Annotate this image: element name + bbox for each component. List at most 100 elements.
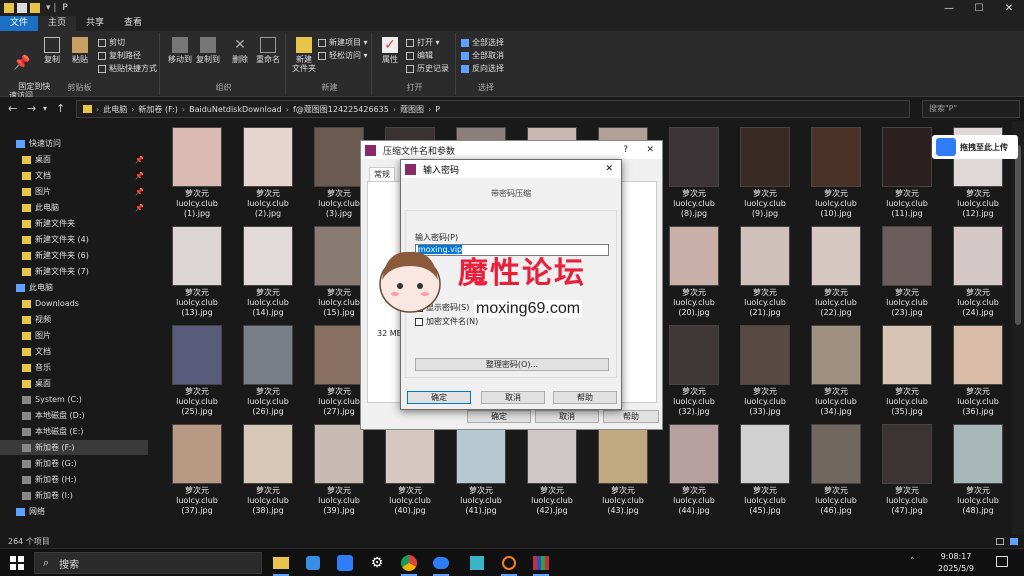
file-item[interactable]: 萝次元 luolcy.club (36).jpg [943, 323, 1012, 421]
file-item[interactable]: 萝次元 luolcy.club (26).jpg [233, 323, 303, 421]
breadcrumb-separator[interactable]: › [131, 105, 134, 114]
edit-button[interactable]: 编辑 [406, 50, 433, 61]
file-item[interactable]: 萝次元 luolcy.club (32).jpg [659, 323, 729, 421]
breadcrumb-item[interactable]: f@蔻图图124225426635 [293, 104, 389, 115]
copy-button[interactable]: 复制 [38, 37, 66, 64]
notes-taskbar-icon[interactable] [466, 553, 488, 573]
dialog-close-icon[interactable]: ✕ [646, 145, 654, 155]
sidebar-item[interactable]: 桌面 📌 [0, 152, 148, 167]
file-item[interactable]: 萝次元 luolcy.club (38).jpg [233, 422, 303, 520]
delete-button[interactable]: ✕ 删除 [226, 37, 254, 64]
file-item[interactable]: 萝次元 luolcy.club (43).jpg [588, 422, 658, 520]
sidebar-item[interactable]: 桌面 [0, 376, 148, 391]
tab-share[interactable]: 共享 [76, 16, 114, 31]
file-item[interactable]: 萝次元 luolcy.club (14).jpg [233, 224, 303, 322]
file-item[interactable]: 萝次元 luolcy.club (37).jpg [162, 422, 232, 520]
archive-help-button[interactable]: 帮助 [603, 410, 659, 423]
tab-file[interactable]: 文件 [0, 16, 39, 31]
rename-button[interactable]: 重命名 [254, 37, 282, 64]
properties-icon[interactable] [17, 3, 27, 13]
file-item[interactable]: 萝次元 luolcy.club (47).jpg [872, 422, 942, 520]
file-item[interactable]: 萝次元 luolcy.club (25).jpg [162, 323, 232, 421]
search-app-taskbar-icon[interactable] [498, 553, 520, 576]
forward-arrow-icon[interactable]: → [27, 102, 36, 115]
file-item[interactable]: 萝次元 luolcy.club (21).jpg [730, 224, 800, 322]
move-to-button[interactable]: 移动到 [166, 37, 194, 64]
archive-cancel-button[interactable]: 取消 [535, 410, 599, 423]
breadcrumb-item[interactable]: P [435, 105, 440, 114]
back-arrow-icon[interactable]: ← [8, 102, 17, 115]
upload-button[interactable]: 拖拽至此上传 [932, 135, 1018, 159]
file-item[interactable]: 萝次元 luolcy.club (9).jpg [730, 125, 800, 223]
invert-selection-button[interactable]: 反向选择 [461, 63, 504, 74]
tray-chevron-icon[interactable]: ˄ [910, 557, 915, 567]
taskbar-clock[interactable]: 9:08:17 2025/5/9 [930, 551, 982, 575]
help-icon[interactable]: ? [623, 145, 628, 155]
file-item[interactable]: 萝次元 luolcy.club (33).jpg [730, 323, 800, 421]
scrollbar-thumb[interactable] [1015, 145, 1021, 325]
cut-button[interactable]: 剪切 [98, 37, 125, 48]
select-all-button[interactable]: 全部选择 [461, 37, 504, 48]
sidebar-item[interactable]: 新加卷 (H:) [0, 472, 148, 487]
breadcrumb-item[interactable]: 此电脑 [103, 104, 127, 115]
file-item[interactable]: 萝次元 luolcy.club (8).jpg [659, 125, 729, 223]
winrar-taskbar-icon[interactable] [530, 553, 552, 576]
sidebar-item[interactable]: 新加卷 (F:) [0, 440, 148, 455]
file-item[interactable]: 萝次元 luolcy.club (13).jpg [162, 224, 232, 322]
file-item[interactable]: 萝次元 luolcy.club (42).jpg [517, 422, 587, 520]
new-folder-button[interactable]: 新建 文件夹 [290, 37, 318, 73]
breadcrumb-separator[interactable]: › [96, 105, 99, 114]
breadcrumb-item[interactable]: 蔻图图 [400, 104, 424, 115]
baidu-netdisk-taskbar-icon[interactable] [430, 553, 452, 576]
new-folder-icon[interactable] [30, 3, 40, 13]
sidebar-item[interactable]: 此电脑 📌 [0, 200, 148, 215]
file-item[interactable]: 萝次元 luolcy.club (44).jpg [659, 422, 729, 520]
sidebar-item[interactable]: 本地磁盘 (D:) [0, 408, 148, 423]
vertical-scrollbar[interactable] [1012, 121, 1024, 535]
password-help-button[interactable]: 帮助 [553, 391, 617, 404]
sidebar-item[interactable]: 此电脑 [0, 280, 148, 295]
sidebar-item[interactable]: System (C:) [0, 392, 148, 407]
details-view-icon[interactable] [996, 538, 1004, 545]
sidebar-item[interactable]: 图片 [0, 328, 148, 343]
tab-view[interactable]: 查看 [114, 16, 152, 31]
app-taskbar-icon[interactable] [302, 553, 324, 573]
file-item[interactable]: 萝次元 luolcy.club (35).jpg [872, 323, 942, 421]
up-arrow-icon[interactable]: ↑ [56, 102, 65, 115]
breadcrumb-item[interactable]: 新加卷 (F:) [138, 104, 177, 115]
file-item[interactable]: 萝次元 luolcy.club (23).jpg [872, 224, 942, 322]
sidebar-item[interactable]: 新建文件夹 (7) [0, 264, 148, 279]
file-item[interactable]: 萝次元 luolcy.club (2).jpg [233, 125, 303, 223]
select-none-button[interactable]: 全部取消 [461, 50, 504, 61]
sidebar-item[interactable]: 文档 [0, 344, 148, 359]
new-item-button[interactable]: 新建项目 ▾ [318, 37, 368, 48]
file-item[interactable]: 萝次元 luolcy.club (48).jpg [943, 422, 1012, 520]
sidebar-item[interactable]: 视频 [0, 312, 148, 327]
sidebar-item[interactable]: 新建文件夹 [0, 216, 148, 231]
tab-general[interactable]: 常规 [369, 167, 395, 182]
file-item[interactable]: 萝次元 luolcy.club (34).jpg [801, 323, 871, 421]
sidebar-item[interactable]: 新加卷 (G:) [0, 456, 148, 471]
file-item[interactable]: 萝次元 luolcy.club (46).jpg [801, 422, 871, 520]
paste-button[interactable]: 粘贴 [66, 37, 94, 64]
sidebar-item[interactable]: 新加卷 (I:) [0, 488, 148, 503]
address-bar[interactable]: › 此电脑 › 新加卷 (F:) › BaiduNetdiskDownload › f@蔻图图… [76, 100, 910, 118]
notification-icon[interactable] [996, 556, 1008, 567]
settings-gear-icon[interactable]: ⚙ [366, 553, 388, 573]
large-icons-view-icon[interactable] [1010, 538, 1018, 545]
breadcrumb-separator[interactable]: › [393, 105, 396, 114]
maximize-button[interactable]: ☐ [964, 0, 994, 16]
file-item[interactable]: 萝次元 luolcy.club (10).jpg [801, 125, 871, 223]
file-item[interactable]: 萝次元 luolcy.club (41).jpg [446, 422, 516, 520]
sidebar-item[interactable]: 文档 📌 [0, 168, 148, 183]
file-item[interactable]: 萝次元 luolcy.club (40).jpg [375, 422, 445, 520]
taskbar-search-box[interactable]: ⌕ 搜索 [34, 552, 262, 574]
copy-to-button[interactable]: 复制到 [194, 37, 222, 64]
recent-chevron-icon[interactable]: ▾ [43, 104, 47, 113]
sidebar-item[interactable]: 图片 📌 [0, 184, 148, 199]
tab-home[interactable]: 主页 [38, 16, 77, 31]
breadcrumb-separator[interactable]: › [428, 105, 431, 114]
sidebar-item[interactable]: 新建文件夹 (4) [0, 232, 148, 247]
archive-ok-button[interactable]: 确定 [467, 410, 531, 423]
paste-shortcut-button[interactable]: 粘贴快捷方式 [98, 63, 157, 74]
